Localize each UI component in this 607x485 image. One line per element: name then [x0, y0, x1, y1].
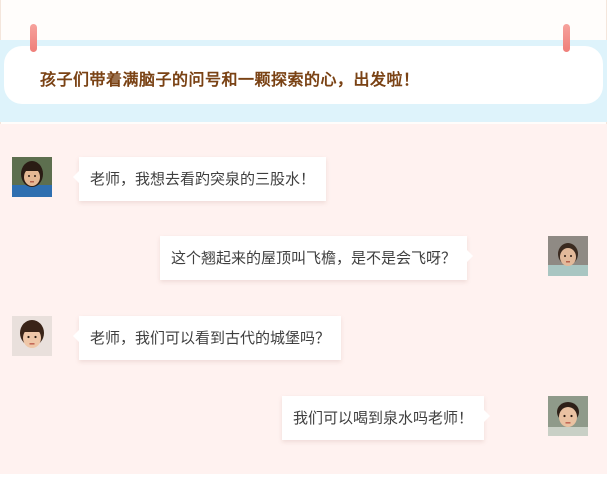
girl-avatar	[12, 157, 52, 197]
chat-bubble-4: 我们可以喝到泉水吗老师！	[282, 396, 491, 440]
banner-title: 孩子们带着满脑子的问号和一颗探索的心，出发啦！	[40, 70, 420, 89]
bottom-strip	[0, 474, 607, 485]
chat-bubble-1: 老师，我想去看趵突泉的三股水！	[72, 157, 327, 201]
boy-avatar	[548, 236, 588, 276]
girl-avatar	[12, 316, 52, 356]
left-pin-decoration	[30, 24, 37, 52]
right-pin-decoration	[563, 24, 570, 52]
boy-avatar	[548, 396, 588, 436]
chat-bubble-2: 这个翘起来的屋顶叫飞檐，是不是会飞呀？	[160, 236, 474, 280]
chat-bubble-3: 老师，我们可以看到古代的城堡吗？	[72, 316, 342, 360]
